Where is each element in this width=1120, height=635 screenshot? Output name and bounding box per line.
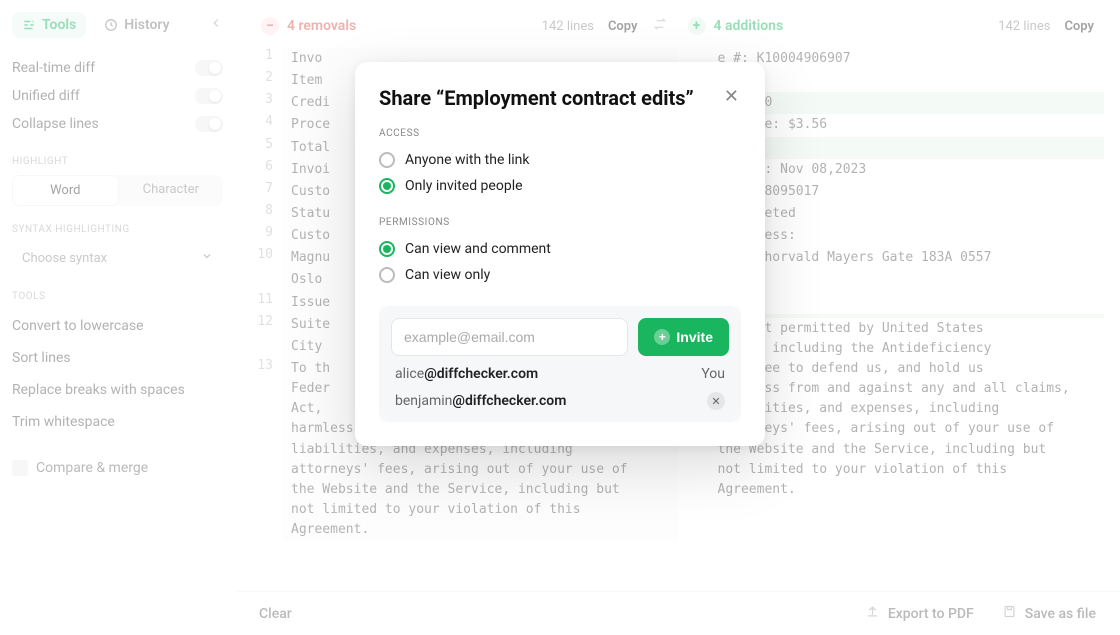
radio-icon xyxy=(379,267,395,283)
invited-person: benjamin@diffchecker.com ✕ xyxy=(391,382,729,410)
person-email: benjamin@diffchecker.com xyxy=(395,393,566,409)
email-field[interactable] xyxy=(391,318,628,356)
modal-title: Share “Employment contract edits” xyxy=(379,86,694,110)
invite-box: + Invite alice@diffchecker.comYoubenjami… xyxy=(379,306,741,422)
modal-overlay[interactable]: Share “Employment contract edits” ✕ ACCE… xyxy=(0,0,1120,635)
access-invited[interactable]: Only invited people xyxy=(379,173,741,199)
radio-icon xyxy=(379,152,395,168)
share-modal: Share “Employment contract edits” ✕ ACCE… xyxy=(355,62,765,446)
person-email: alice@diffchecker.com xyxy=(395,366,538,382)
radio-icon xyxy=(379,241,395,257)
perm-comment[interactable]: Can view and comment xyxy=(379,236,741,262)
access-label: ACCESS xyxy=(379,128,741,139)
invited-person: alice@diffchecker.com You xyxy=(391,356,729,382)
invite-button[interactable]: + Invite xyxy=(638,318,729,356)
you-label: You xyxy=(701,366,725,382)
close-icon[interactable]: ✕ xyxy=(722,86,741,108)
permissions-label: PERMISSIONS xyxy=(379,217,741,228)
remove-person-icon[interactable]: ✕ xyxy=(707,392,725,410)
access-anyone[interactable]: Anyone with the link xyxy=(379,147,741,173)
perm-view[interactable]: Can view only xyxy=(379,262,741,288)
radio-icon xyxy=(379,178,395,194)
plus-circle-icon: + xyxy=(654,329,670,345)
